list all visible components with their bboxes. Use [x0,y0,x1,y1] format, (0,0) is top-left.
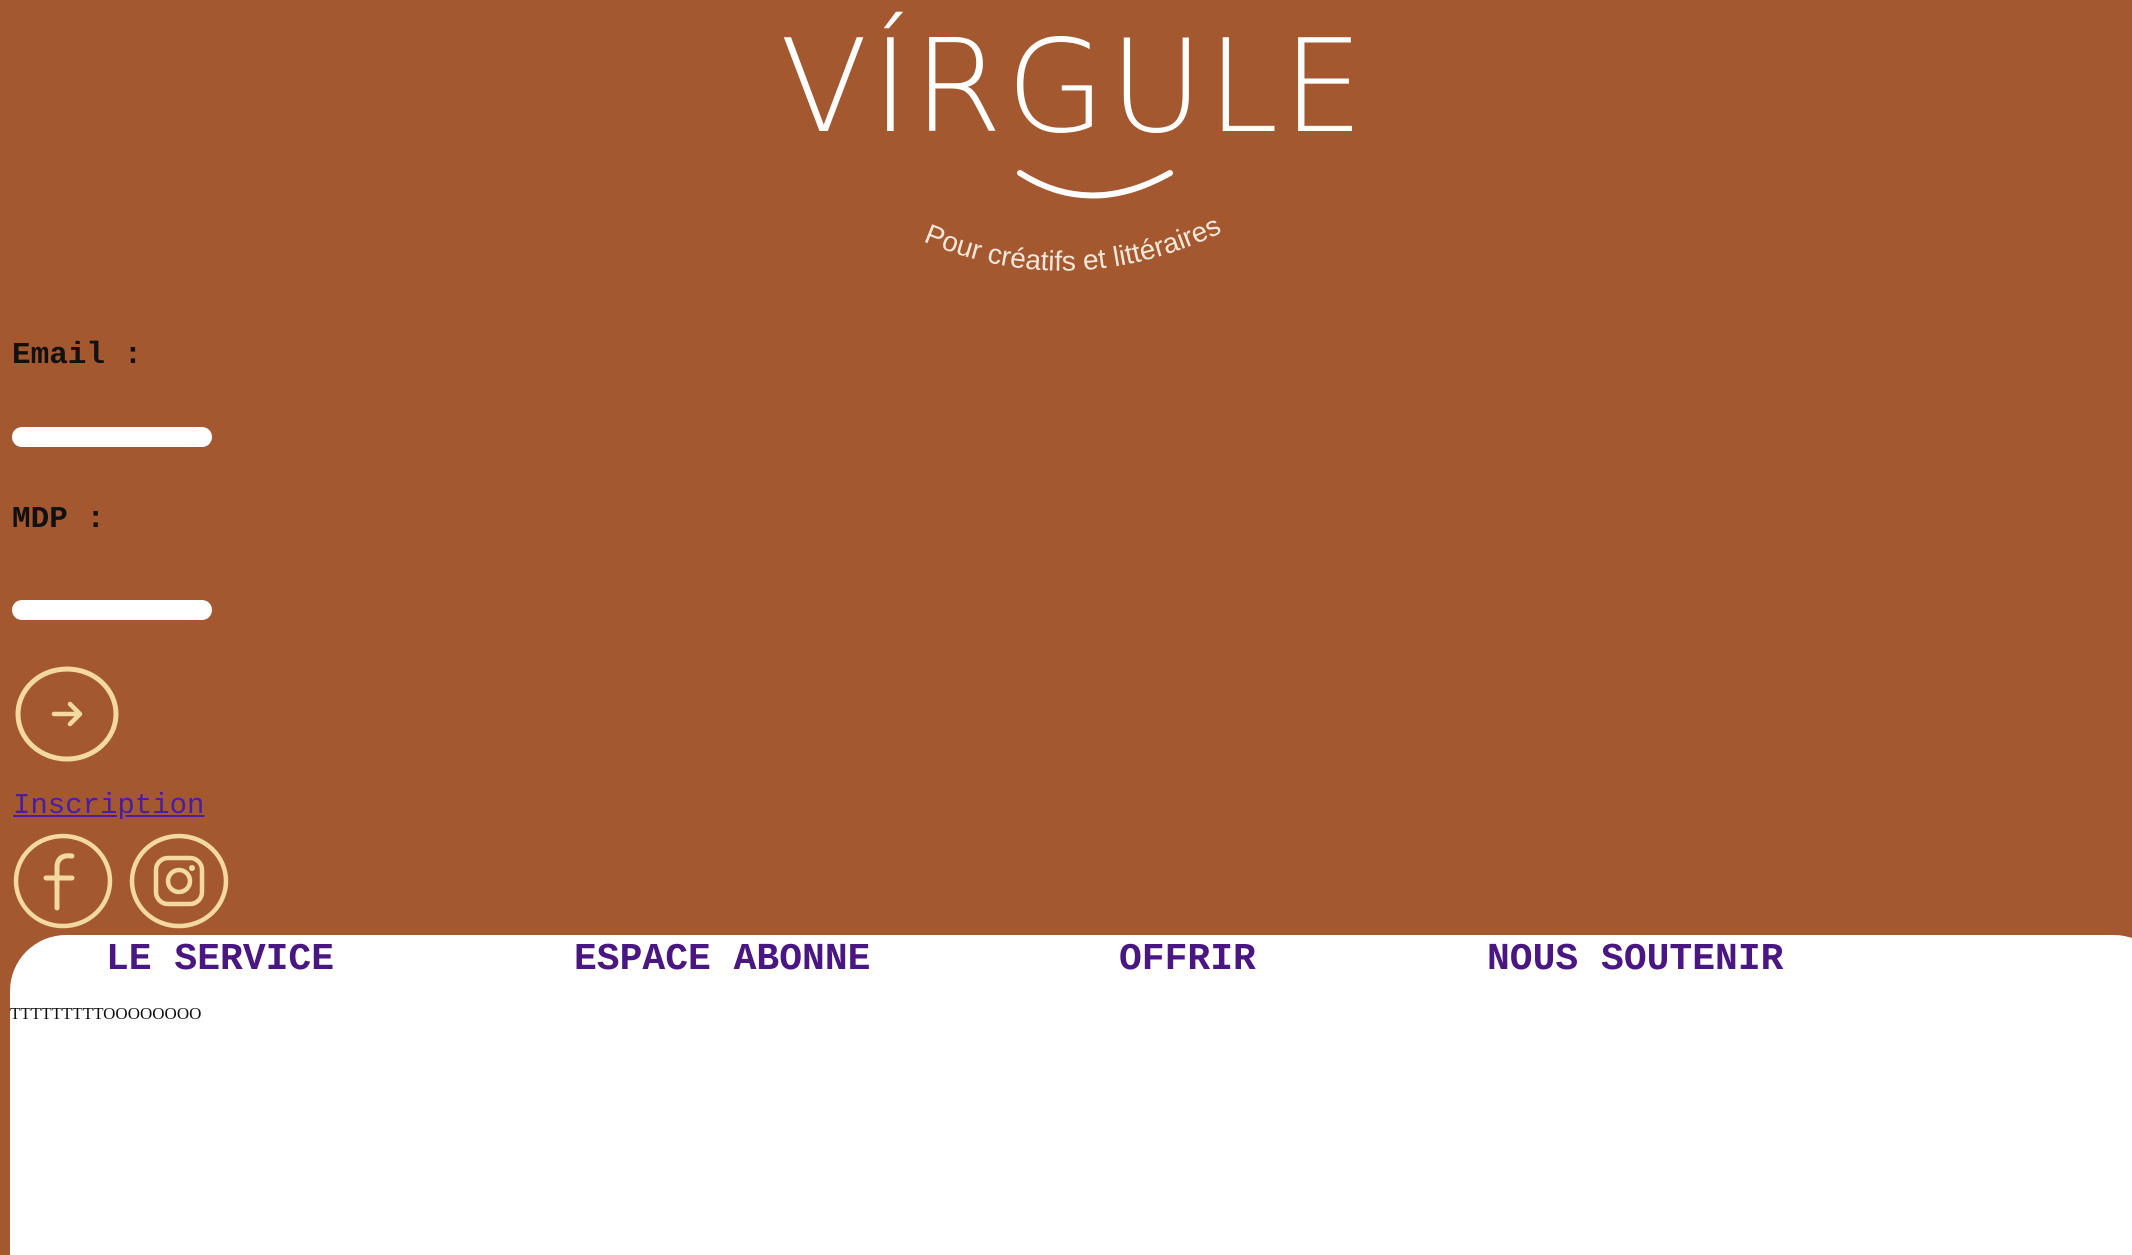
facebook-icon [13,833,113,929]
password-label: MDP : [12,502,106,537]
email-field[interactable] [12,427,212,447]
nav-espace-abonne[interactable]: ESPACE ABONNE [574,938,870,981]
content-panel [10,935,2132,1255]
nav-offrir[interactable]: OFFRIR [1119,938,1256,981]
facebook-button[interactable] [12,832,114,930]
nav-le-service[interactable]: LE SERVICE [106,938,334,981]
content-text: TTTTTTTTTOOOOOOOO [10,1004,202,1023]
arrow-right-icon [15,666,119,762]
password-field[interactable] [12,600,212,620]
svg-text:Pour créatifs et littéraires: Pour créatifs et littéraires [921,209,1225,276]
brand-logo: VÍRGULE Pour créatifs et littéraires [780,13,1368,278]
instagram-button[interactable] [128,832,230,930]
signup-link[interactable]: Inscription [13,789,204,822]
email-label: Email : [12,338,143,373]
nav-nous-soutenir[interactable]: NOUS SOUTENIR [1487,938,1783,981]
brand-tagline: Pour créatifs et littéraires [921,209,1225,276]
brand-name: VÍRGULE [780,13,1368,162]
submit-button[interactable] [14,664,120,764]
instagram-icon [129,833,229,929]
